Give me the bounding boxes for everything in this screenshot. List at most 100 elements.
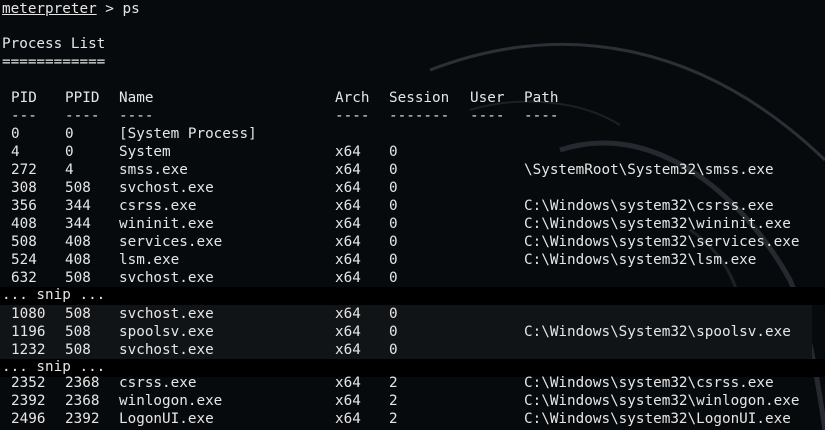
column-rule-pid: ---	[11, 108, 37, 124]
cell-ppid: 508	[65, 180, 91, 196]
cell-session: 2	[389, 375, 398, 391]
cell-arch: x64	[335, 393, 361, 409]
table-row: 632 508 svchost.exe x64 0	[0, 269, 825, 287]
column-header-user: User	[470, 90, 505, 106]
cell-pid: 4	[11, 144, 20, 160]
cell-path: C:\Windows\system32\wininit.exe	[524, 216, 791, 232]
cell-name: winlogon.exe	[119, 393, 223, 409]
cell-arch: x64	[335, 411, 361, 427]
cell-name: svchost.exe	[119, 180, 214, 196]
section-title-underline: ============	[2, 54, 106, 70]
column-header-arch: Arch	[335, 90, 370, 106]
table-row: 4 0 System x64 0	[0, 143, 825, 161]
cell-arch: x64	[335, 306, 361, 322]
cell-session: 0	[389, 198, 398, 214]
cell-session: 0	[389, 216, 398, 232]
cell-pid: 2496	[11, 411, 46, 427]
cell-arch: x64	[335, 270, 361, 286]
cell-session: 0	[389, 162, 398, 178]
cell-arch: x64	[335, 342, 361, 358]
table-row: 524 408 lsm.exe x64 0 C:\Windows\system32\lsm…	[0, 251, 825, 269]
cell-name: csrss.exe	[119, 375, 197, 391]
cell-ppid: 508	[65, 306, 91, 322]
cell-session: 0	[389, 234, 398, 250]
cell-arch: x64	[335, 234, 361, 250]
table-row: 272 4 smss.exe x64 0 \SystemRoot\System32\sms…	[0, 161, 825, 179]
command-text: > ps	[96, 1, 140, 17]
table-header-rule: --- ---- ---- ---- ------- ---- ----	[0, 107, 825, 125]
table-header: PID PPID Name Arch Session User Path	[0, 89, 825, 107]
cell-arch: x64	[335, 144, 361, 160]
cell-ppid: 508	[65, 324, 91, 340]
cell-pid: 1080	[11, 306, 46, 322]
cell-session: 0	[389, 252, 398, 268]
cell-path: C:\Windows\system32\services.exe	[524, 234, 800, 250]
section-title: Process List	[2, 36, 106, 52]
cell-name: services.exe	[119, 234, 223, 250]
cell-path: C:\Windows\system32\lsm.exe	[524, 252, 757, 268]
column-header-name: Name	[119, 90, 154, 106]
cell-arch: x64	[335, 375, 361, 391]
cell-pid: 508	[11, 234, 37, 250]
cell-arch: x64	[335, 198, 361, 214]
cell-arch: x64	[335, 252, 361, 268]
table-row: 1196 508 spoolsv.exe x64 0 C:\Windows\System3…	[0, 323, 825, 341]
table-row: 2352 2368 csrss.exe x64 2 C:\Windows\system32…	[0, 374, 825, 392]
cell-path: C:\Windows\System32\spoolsv.exe	[524, 324, 791, 340]
cell-name: svchost.exe	[119, 342, 214, 358]
cell-name: LogonUI.exe	[119, 411, 214, 427]
column-header-session: Session	[389, 90, 450, 106]
column-rule-arch: ----	[335, 108, 370, 124]
cell-path: \SystemRoot\System32\smss.exe	[524, 162, 774, 178]
cell-name: System	[119, 144, 171, 160]
cell-path: C:\Windows\system32\LogonUI.exe	[524, 411, 791, 427]
cell-session: 0	[389, 144, 398, 160]
cell-session: 0	[389, 306, 398, 322]
cell-ppid: 344	[65, 216, 91, 232]
cell-pid: 2352	[11, 375, 46, 391]
snip-marker: ... snip ...	[0, 287, 825, 305]
cell-ppid: 2368	[65, 375, 100, 391]
cell-session: 0	[389, 342, 398, 358]
cell-arch: x64	[335, 324, 361, 340]
cell-ppid: 508	[65, 270, 91, 286]
cell-ppid: 4	[65, 162, 74, 178]
table-row: 408 344 wininit.exe x64 0 C:\Windows\system32…	[0, 215, 825, 233]
cell-pid: 0	[11, 126, 20, 142]
table-row: 2392 2368 winlogon.exe x64 2 C:\Windows\syste…	[0, 392, 825, 410]
column-rule-name: ----	[119, 108, 154, 124]
column-rule-user: ----	[470, 108, 505, 124]
cell-ppid: 344	[65, 198, 91, 214]
cell-arch: x64	[335, 180, 361, 196]
column-rule-ppid: ----	[65, 108, 100, 124]
table-row: 2496 2392 LogonUI.exe x64 2 C:\Windows\system…	[0, 410, 825, 428]
cell-ppid: 2368	[65, 393, 100, 409]
cell-path: C:\Windows\system32\csrss.exe	[524, 375, 774, 391]
column-header-path: Path	[524, 90, 559, 106]
column-rule-session: -------	[389, 108, 450, 124]
table-row: 1080 508 svchost.exe x64 0	[0, 305, 825, 323]
cell-name: csrss.exe	[119, 198, 197, 214]
cell-pid: 356	[11, 198, 37, 214]
prompt-name: meterpreter	[2, 1, 97, 17]
cell-arch: x64	[335, 162, 361, 178]
cell-name: [System Process]	[119, 126, 257, 142]
cell-session: 2	[389, 411, 398, 427]
column-rule-path: ----	[524, 108, 559, 124]
cell-name: svchost.exe	[119, 306, 214, 322]
cell-name: spoolsv.exe	[119, 324, 214, 340]
command-line: meterpreter > ps	[2, 0, 140, 18]
cell-pid: 408	[11, 216, 37, 232]
cell-name: lsm.exe	[119, 252, 180, 268]
cell-pid: 1232	[11, 342, 46, 358]
cell-pid: 2392	[11, 393, 46, 409]
cell-pid: 524	[11, 252, 37, 268]
cell-ppid: 0	[65, 126, 74, 142]
cell-pid: 272	[11, 162, 37, 178]
table-row: 356 344 csrss.exe x64 0 C:\Windows\system32\c…	[0, 197, 825, 215]
cell-ppid: 0	[65, 144, 74, 160]
cell-pid: 308	[11, 180, 37, 196]
cell-session: 0	[389, 270, 398, 286]
terminal[interactable]: meterpreter > ps Process List ==========…	[0, 0, 825, 430]
cell-ppid: 508	[65, 342, 91, 358]
